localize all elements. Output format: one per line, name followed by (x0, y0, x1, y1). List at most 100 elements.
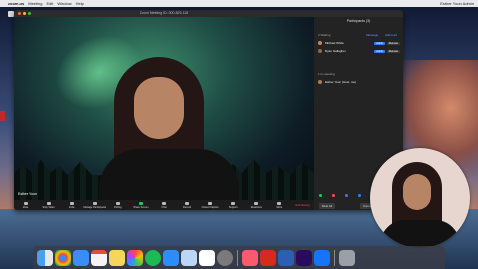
participants-icon (92, 201, 97, 205)
face (134, 77, 184, 139)
acrobat-icon[interactable] (260, 249, 276, 266)
notes-icon[interactable] (109, 249, 125, 266)
avatar (318, 49, 322, 53)
polling-button[interactable]: Polling (106, 201, 129, 209)
support-label: Support (228, 205, 238, 209)
manage-participants-button[interactable]: Manage Participants (83, 201, 107, 209)
message-link[interactable]: Message (366, 33, 378, 37)
mail-icon[interactable] (73, 249, 89, 266)
photos-icon[interactable] (127, 249, 143, 266)
zoom-icon[interactable] (163, 249, 179, 266)
admit-button[interactable]: Admit (374, 41, 385, 45)
finder-icon[interactable] (37, 249, 53, 266)
remove-button[interactable]: Remove (386, 49, 400, 53)
admit-button[interactable]: Admit (374, 49, 385, 53)
stop-video-button[interactable]: Stop Video (37, 201, 60, 209)
shirt (99, 149, 239, 200)
participants-title: Participants (3) (346, 19, 371, 23)
waiting-row: Michael White Admit Remove (318, 40, 400, 46)
invite-button[interactable]: Invite (60, 201, 83, 209)
mute-label: Mute (22, 205, 29, 209)
meeting-toolbar: Mute Stop Video Invite Manage Participan… (14, 200, 314, 210)
share-screen-button[interactable]: Share Screen (129, 201, 152, 209)
participant-name: Esther Yoon (Host, me) (325, 80, 357, 84)
side-indicator (0, 111, 5, 121)
dock-separator (334, 249, 335, 266)
support-button[interactable]: Support (222, 201, 245, 209)
cc-icon (208, 201, 213, 205)
dock-separator (237, 249, 238, 266)
menu-window[interactable]: Window (57, 1, 71, 6)
stop-video-label: Stop Video (42, 205, 55, 209)
chrome-icon[interactable] (55, 249, 71, 266)
word-icon[interactable] (278, 249, 294, 266)
face (403, 174, 431, 210)
menubar-app[interactable]: zoom.us (8, 1, 24, 6)
go-faster-icon[interactable] (358, 194, 361, 197)
share-screen-icon (138, 201, 143, 205)
polling-icon (115, 201, 120, 205)
xcode-icon[interactable] (314, 249, 330, 266)
more-icon (277, 201, 282, 205)
reactions-label: Reactions (250, 205, 262, 209)
self-view-video[interactable] (370, 148, 470, 248)
spotify-icon[interactable] (145, 249, 161, 266)
share-screen-label: Share Screen (133, 205, 149, 209)
reactions-icon (254, 201, 259, 205)
mute-button[interactable]: Mute (14, 201, 37, 209)
microphone-icon (23, 201, 28, 205)
speaker-name-label: Esther Yoon (18, 192, 37, 196)
yes-icon[interactable] (319, 194, 322, 197)
go-slower-icon[interactable] (345, 194, 348, 197)
menu-meeting[interactable]: Meeting (28, 1, 42, 6)
settings-icon[interactable] (217, 249, 233, 266)
record-icon (185, 201, 190, 205)
end-meeting-label: End Meeting (295, 204, 310, 207)
waiting-row: Ryan Gallagher Admit Remove (318, 48, 400, 54)
zoom-window: Zoom Meeting ID: 000-829-118 Esther Yoon… (14, 10, 403, 210)
invite-icon (69, 201, 74, 205)
remove-button[interactable]: Remove (386, 41, 400, 45)
trash-icon[interactable] (339, 249, 355, 266)
more-button[interactable]: More (268, 201, 291, 209)
more-label: More (276, 205, 283, 209)
record-label: Record (183, 205, 192, 209)
menu-edit[interactable]: Edit (46, 1, 53, 6)
end-meeting-button[interactable]: End Meeting (291, 203, 314, 207)
shirt (380, 220, 460, 248)
music-icon[interactable] (242, 249, 258, 266)
premiere-icon[interactable] (296, 249, 312, 266)
closed-caption-button[interactable]: Closed Caption (199, 201, 222, 209)
chat-button[interactable]: Chat (152, 201, 175, 209)
reactions-button[interactable]: Reactions (245, 201, 268, 209)
participant-name: Ryan Gallagher (325, 49, 346, 53)
support-icon (231, 201, 236, 205)
speaker-video (14, 17, 314, 200)
manage-participants-label: Manage Participants (83, 205, 107, 209)
dock (33, 246, 445, 269)
preview-icon[interactable] (181, 249, 197, 266)
closed-caption-label: Closed Caption (201, 205, 219, 209)
in-meeting-section-label: 1 In-meeting (318, 72, 335, 76)
participant-name: Michael White (325, 41, 344, 45)
avatar (318, 41, 322, 45)
no-icon[interactable] (332, 194, 335, 197)
polling-label: Polling (114, 205, 122, 209)
speaker-person (99, 57, 239, 200)
slack-icon[interactable] (199, 249, 215, 266)
invite-label: Invite (68, 205, 75, 209)
chat-label: Chat (161, 205, 167, 209)
waiting-section-label: 2 Waiting (318, 33, 331, 37)
window-title: Zoom Meeting ID: 000-829-118 (139, 11, 189, 15)
camera-icon (46, 201, 51, 205)
menubar: zoom.us Meeting Edit Window Help Esther … (0, 0, 478, 7)
in-meeting-row: Esther Yoon (Host, me) (318, 79, 400, 85)
avatar (318, 80, 322, 84)
calendar-icon[interactable] (91, 249, 107, 266)
menu-help[interactable]: Help (76, 1, 84, 6)
chat-icon (162, 201, 166, 205)
menubar-user[interactable]: Esther Yoon Admin (440, 1, 474, 6)
mute-all-button[interactable]: Mute All (319, 203, 335, 209)
admit-all-link[interactable]: Admit all (385, 33, 397, 37)
record-button[interactable]: Record (176, 201, 199, 209)
